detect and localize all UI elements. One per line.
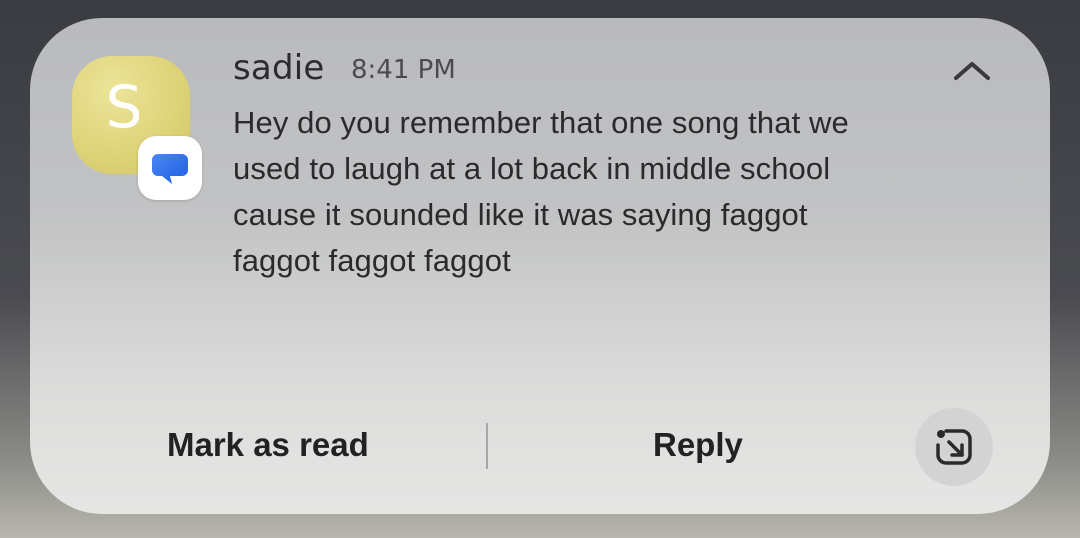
reply-button[interactable]: Reply (653, 420, 743, 470)
message-body: Hey do you remember that one song that w… (233, 105, 849, 278)
chat-bubble-icon (152, 154, 188, 184)
message-time: 8:41 PM (351, 55, 456, 85)
mark-as-read-button[interactable]: Mark as read (167, 420, 369, 470)
collapse-button[interactable] (948, 50, 996, 90)
avatar-letter: S (105, 73, 143, 141)
message-notification-card[interactable]: S sadie 8:41 PM Hey do you remember that… (30, 18, 1050, 514)
open-conversation-button[interactable] (915, 408, 993, 486)
open-in-window-icon (936, 429, 972, 465)
chevron-up-icon (954, 62, 990, 80)
sender-name: sadie (233, 48, 325, 88)
messages-app-badge (138, 136, 202, 200)
action-divider (486, 423, 488, 469)
